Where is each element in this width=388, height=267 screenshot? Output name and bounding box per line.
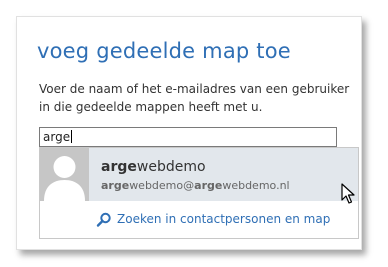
- contact-name: argewebdemo: [101, 159, 206, 175]
- suggestion-item[interactable]: argewebdemo argewebdemo@argewebdemo.nl: [40, 148, 358, 201]
- contact-name-rest: webdemo: [136, 159, 206, 175]
- email-rest-2: webdemo.nl: [222, 179, 290, 192]
- screen: voeg gedeelde map toe Voer de naam of he…: [0, 0, 388, 267]
- suggestion-dropdown: argewebdemo argewebdemo@argewebdemo.nl Z…: [39, 147, 359, 239]
- dialog-title: voeg gedeelde map toe: [37, 39, 291, 63]
- contact-name-match: arge: [101, 159, 137, 175]
- contact-email: argewebdemo@argewebdemo.nl: [101, 179, 290, 192]
- search-input-value: arge: [43, 130, 73, 144]
- search-input-text: arge: [43, 130, 71, 144]
- email-match-1: arge: [101, 179, 130, 192]
- email-rest-1: webdemo@: [129, 179, 195, 192]
- mouse-pointer-icon: [341, 183, 355, 205]
- instruction-text: Voer de naam of het e-mailadres van een …: [39, 82, 350, 114]
- person-placeholder-icon: [40, 148, 89, 201]
- search-icon: [96, 212, 112, 228]
- user-search-input[interactable]: arge: [39, 127, 337, 147]
- email-match-2: arge: [194, 179, 223, 192]
- search-contacts-label: Zoeken in contactpersonen en map: [117, 212, 331, 226]
- text-caret: [71, 130, 73, 143]
